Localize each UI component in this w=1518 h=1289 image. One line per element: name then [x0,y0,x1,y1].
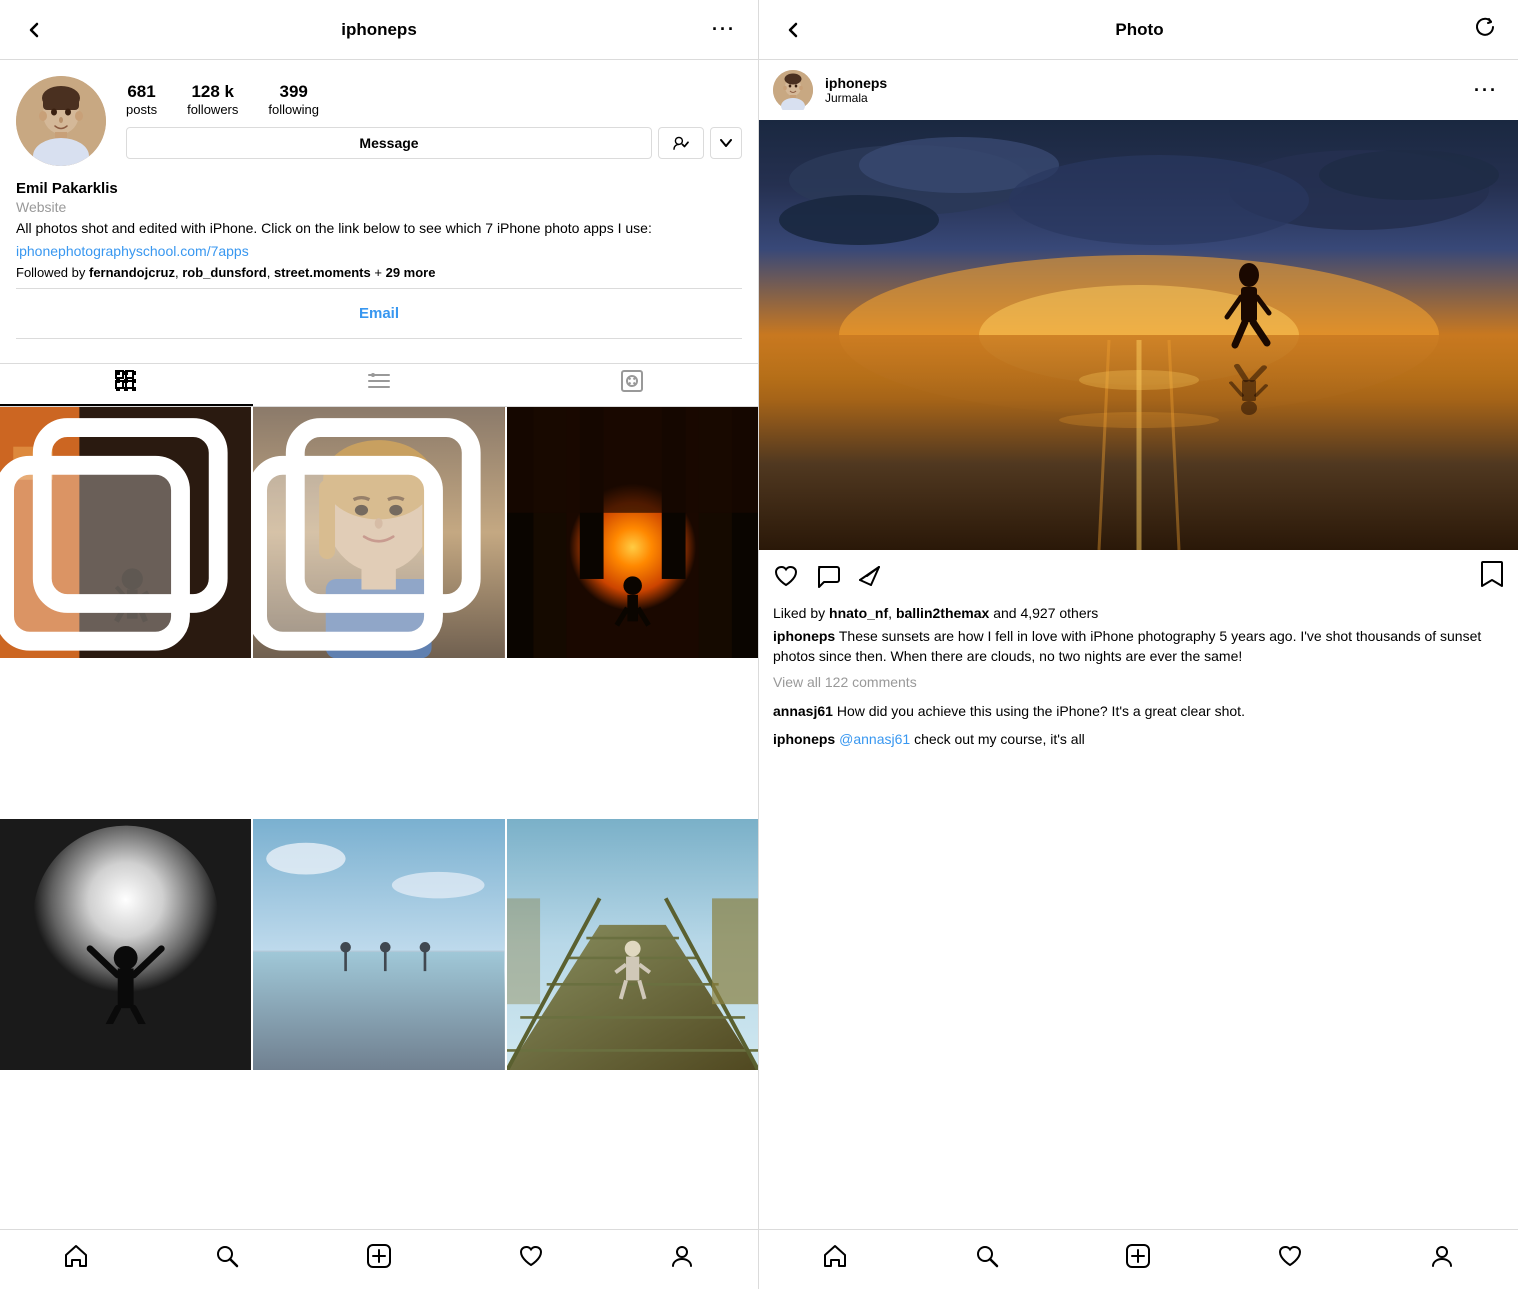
post-avatar[interactable] [773,70,813,110]
grid-photo-6[interactable] [507,819,758,1070]
followers-label: followers [187,102,238,117]
following-number: 399 [279,82,307,102]
grid-photo-4[interactable] [0,819,251,1070]
grid-photo-1[interactable] [0,407,251,658]
right-panel: Photo iphoneps Ju [759,0,1518,1289]
multi-post-badge-2 [253,415,496,658]
list-icon [368,372,390,396]
posts-label: posts [126,102,157,117]
share-button[interactable] [857,563,883,593]
more-button[interactable]: ··· [706,13,742,46]
followers-stat[interactable]: 128 k followers [187,82,238,117]
following-label: following [268,102,319,117]
grid-icon [115,370,137,398]
caption-area: iphoneps These sunsets are how I fell in… [759,627,1518,674]
profile-header: 681 posts 128 k followers 399 following … [16,76,742,166]
like-button[interactable] [773,563,799,593]
profile-name: Emil Pakarklis [16,180,742,197]
left-top-bar: iphoneps ··· [0,0,758,60]
email-highlight[interactable]: Email [16,297,742,330]
followers-number: 128 k [191,82,234,102]
heart-nav-right-button[interactable] [1257,1239,1323,1280]
post-location: Jurmala [825,91,1456,105]
followed-by: Followed by fernandojcruz, rob_dunsford,… [16,265,742,280]
tab-grid[interactable] [0,364,253,406]
follow-check-button[interactable] [658,127,704,159]
grid-photo-3[interactable] [507,407,758,658]
add-nav-right-button[interactable] [1105,1239,1171,1280]
home-nav-right-button[interactable] [802,1239,868,1280]
stats-row: 681 posts 128 k followers 399 following [126,82,742,117]
caption-text: These sunsets are how I fell in love wit… [773,628,1481,664]
comment-item-2: iphoneps @annasj61 check out my course, … [759,726,1518,754]
avatar[interactable] [16,76,106,166]
profile-section: 681 posts 128 k followers 399 following … [0,60,758,363]
left-panel: iphoneps ··· [0,0,759,1289]
photo-grid [0,407,758,1229]
action-icons-left [773,563,1480,593]
right-back-button[interactable] [775,12,811,48]
caption-username[interactable]: iphoneps [773,628,835,644]
search-nav-button[interactable] [194,1239,260,1280]
action-bar [759,550,1518,605]
back-button[interactable] [16,12,52,48]
post-username[interactable]: iphoneps [825,75,1456,91]
comment-button[interactable] [815,563,841,593]
bookmark-button[interactable] [1480,560,1504,595]
heart-nav-button[interactable] [498,1239,564,1280]
post-user-info: iphoneps Jurmala [825,75,1456,105]
refresh-button[interactable] [1468,10,1502,50]
spacer [759,753,1518,1229]
right-header-title: Photo [1115,20,1163,40]
divider-1 [16,288,742,289]
right-bottom-nav [759,1229,1518,1289]
view-comments[interactable]: View all 122 comments [759,674,1518,698]
tab-list[interactable] [253,364,506,406]
tagged-icon [621,370,643,398]
search-nav-right-button[interactable] [954,1239,1020,1280]
grid-photo-5[interactable] [253,819,504,1070]
post-user-row: iphoneps Jurmala ··· [759,60,1518,120]
add-nav-button[interactable] [346,1239,412,1280]
likes-text: Liked by hnato_nf, ballin2themax and 4,9… [759,605,1518,627]
right-top-bar: Photo [759,0,1518,60]
divider-2 [16,338,742,339]
tab-bar [0,363,758,407]
home-nav-button[interactable] [43,1239,109,1280]
dropdown-button[interactable] [710,127,742,159]
comment-item-1: annasj61 How did you achieve this using … [759,698,1518,726]
following-stat[interactable]: 399 following [268,82,319,117]
left-bottom-nav [0,1229,758,1289]
profile-website: Website [16,199,742,215]
posts-stat[interactable]: 681 posts [126,82,157,117]
profile-link[interactable]: iphonephotographyschool.com/7apps [16,243,742,259]
profile-bio: All photos shot and edited with iPhone. … [16,219,742,239]
posts-number: 681 [127,82,155,102]
post-photo [759,120,1518,550]
profile-nav-button[interactable] [649,1239,715,1280]
stats-area: 681 posts 128 k followers 399 following … [126,76,742,159]
left-header-title: iphoneps [341,20,417,40]
tab-tagged[interactable] [505,364,758,406]
post-more-button[interactable]: ··· [1468,74,1504,107]
profile-nav-right-button[interactable] [1409,1239,1475,1280]
multi-post-badge-1 [0,415,243,658]
action-buttons: Message [126,127,742,159]
message-button[interactable]: Message [126,127,652,159]
grid-photo-2[interactable] [253,407,504,658]
